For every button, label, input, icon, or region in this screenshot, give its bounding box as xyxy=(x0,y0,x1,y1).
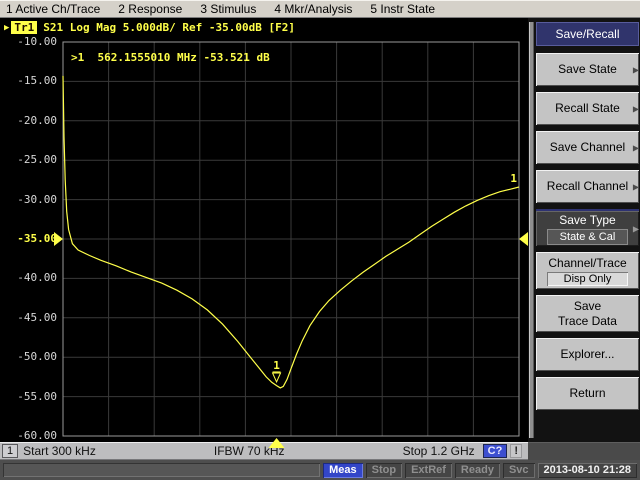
menu-item-active-ch-trace[interactable]: 1 Active Ch/Trace xyxy=(0,1,109,17)
softkey-value-box: State & Cal xyxy=(547,228,628,245)
softkey-scrollbar[interactable] xyxy=(529,22,534,438)
stop-frequency-label: Stop 1.2 GHz xyxy=(402,444,475,458)
softkey-label: Save xyxy=(573,298,602,313)
marker-symbol-number: 1 xyxy=(273,359,280,372)
softkey-recall-channel[interactable]: Recall Channel ▶ xyxy=(536,170,639,203)
channel-status-bar: 1 Start 300 kHz IFBW 70 kHz Stop 1.2 GHz… xyxy=(0,442,528,460)
softkey-label: Recall Channel xyxy=(546,179,629,193)
softkey-label: Save State xyxy=(558,62,617,76)
y-axis-tick-label: -20.00 xyxy=(17,113,57,127)
submenu-arrow-icon: ▶ xyxy=(632,182,639,191)
menu-bar: 1 Active Ch/Trace 2 Response 3 Stimulus 4 M… xyxy=(0,0,640,18)
channel-number-box: 1 xyxy=(2,444,19,458)
trace-format-label: S21 Log Mag 5.000dB/ Ref -35.00dB [F2] xyxy=(43,21,295,34)
ref-level-marker-right xyxy=(519,232,528,246)
softkey-label: Explorer... xyxy=(560,347,615,361)
softkey-label: Return xyxy=(569,386,606,400)
y-axis-tick-label: -50.00 xyxy=(17,350,57,364)
y-axis-tick-label: -45.00 xyxy=(17,310,57,324)
menu-item-response[interactable]: 2 Response xyxy=(109,1,191,17)
softkey-save-state[interactable]: Save State ▶ xyxy=(536,53,639,86)
datetime-display: 2013-08-10 21:28 xyxy=(537,462,637,478)
submenu-arrow-icon: ▶ xyxy=(632,104,639,113)
y-axis-tick-label: -40.00 xyxy=(17,271,57,285)
cal-status-badge: C? xyxy=(482,444,508,458)
y-axis-tick-label: -10.00 xyxy=(17,35,57,48)
softkey-label: Save Channel xyxy=(549,140,626,154)
softkey-panel: Save/Recall Save State ▶ Recall State ▶ Save … xyxy=(528,18,640,442)
softkey-save-type[interactable]: Save Type State & Cal ▶ xyxy=(536,209,639,246)
menu-item-instr-state[interactable]: 5 Instr State xyxy=(361,1,444,17)
y-axis-tick-label: -60.00 xyxy=(17,429,57,442)
graticule-plot: 11 xyxy=(54,41,528,448)
softkey-label: Channel/Trace xyxy=(548,255,627,270)
marker-readout-value: -53.521 dB xyxy=(203,51,270,64)
trace-end-number: 1 xyxy=(510,172,517,185)
softkey-label-line2: Trace Data xyxy=(558,313,617,328)
submenu-arrow-icon: ▶ xyxy=(632,65,639,74)
start-frequency-label: Start 300 kHz xyxy=(23,444,96,458)
status-bar-right-filler xyxy=(528,442,640,460)
indicator-meas: Meas xyxy=(323,462,363,478)
indicator-svc: Svc xyxy=(502,462,535,478)
menu-item-stimulus[interactable]: 3 Stimulus xyxy=(191,1,265,17)
softkey-return[interactable]: Return xyxy=(536,377,639,410)
y-axis-gutter: -10.00 -15.00 -20.00 -25.00 -30.00 -35.00 -40.… xyxy=(0,18,63,442)
softkey-save-channel[interactable]: Save Channel ▶ xyxy=(536,131,639,164)
softkey-recall-state[interactable]: Recall State ▶ xyxy=(536,92,639,125)
indicator-ready: Ready xyxy=(454,462,500,478)
y-axis-tick-label: -55.00 xyxy=(17,389,57,403)
softkey-label: Recall State xyxy=(555,101,620,115)
indicator-extref: ExtRef xyxy=(405,462,452,478)
softkey-explorer[interactable]: Explorer... xyxy=(536,338,639,371)
softkey-value-box: Disp Only xyxy=(547,271,628,286)
y-axis-tick-label: -15.00 xyxy=(17,74,57,88)
indicator-stop: Stop xyxy=(365,462,403,478)
menu-item-mkr-analysis[interactable]: 4 Mkr/Analysis xyxy=(265,1,361,17)
submenu-arrow-icon: ▶ xyxy=(632,224,639,233)
marker-readout-number: >1 xyxy=(71,51,85,64)
softkey-menu-title: Save/Recall xyxy=(536,22,639,46)
measurement-display: ▶ Tr1 S21 Log Mag 5.000dB/ Ref -35.00dB … xyxy=(0,18,528,448)
marker-readout-frequency: 562.1555010 MHz xyxy=(97,51,197,64)
warning-indicator: ! xyxy=(510,444,522,458)
softkey-save[interactable]: Save Trace Data xyxy=(536,295,639,332)
marker-readout: >1 562.1555010 MHz -53.521 dB xyxy=(71,51,270,64)
softkey-label: Save Type xyxy=(559,212,616,227)
marker-symbol-triangle-icon xyxy=(271,372,282,384)
instrument-status-bar: Meas Stop ExtRef Ready Svc 2013-08-10 21:28 xyxy=(0,460,640,480)
y-axis-tick-label: -35.00 xyxy=(17,232,57,245)
softkey-channel-trace[interactable]: Channel/Trace Disp Only xyxy=(536,252,639,289)
y-axis-tick-label: -25.00 xyxy=(17,153,57,167)
main-area: ▶ Tr1 S21 Log Mag 5.000dB/ Ref -35.00dB … xyxy=(0,18,640,448)
softkey-column: Save/Recall Save State ▶ Recall State ▶ Save … xyxy=(536,18,640,442)
message-area xyxy=(3,463,321,477)
status-row: 1 Start 300 kHz IFBW 70 kHz Stop 1.2 GHz… xyxy=(0,442,640,460)
y-axis-tick-label: -30.00 xyxy=(17,192,57,206)
submenu-arrow-icon: ▶ xyxy=(632,143,639,152)
